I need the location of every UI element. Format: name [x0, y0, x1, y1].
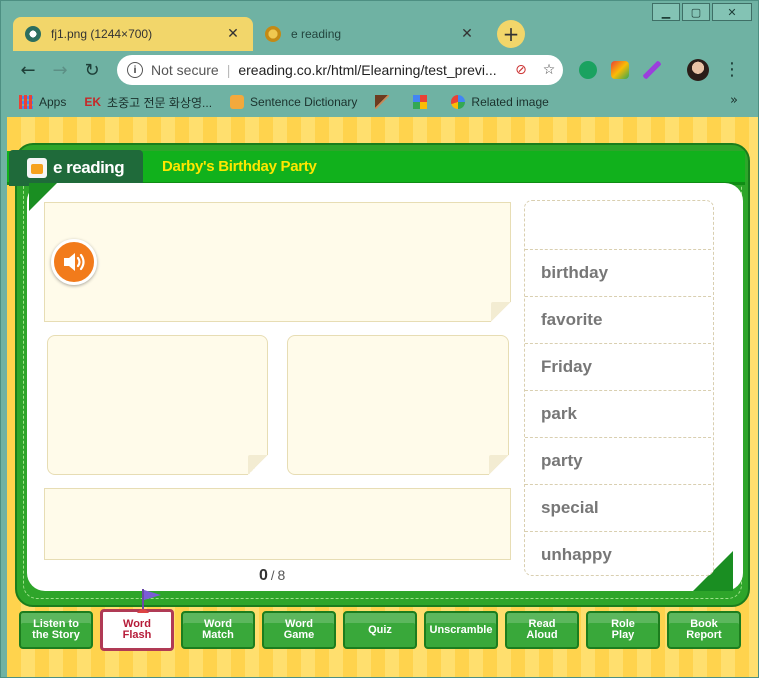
tab-title: e reading	[291, 27, 342, 41]
story-title: Darby's Birthday Party	[162, 158, 317, 175]
word-flash-button[interactable]: Word Flash	[100, 609, 174, 651]
window-controls: ▁ ▢ ✕	[650, 3, 752, 21]
tab-close-icon[interactable]: ✕	[225, 26, 241, 42]
word-item[interactable]: Friday	[525, 343, 711, 390]
globe-icon	[25, 26, 41, 42]
security-label: Not secure	[151, 62, 219, 78]
extension-pen-icon[interactable]	[643, 61, 661, 79]
word-match-button[interactable]: Word Match	[181, 611, 255, 649]
ereading-logo: e reading	[9, 150, 143, 186]
bookmarks-more-icon[interactable]: »	[730, 93, 738, 108]
book-report-button[interactable]: Book Report	[667, 611, 741, 649]
url-text[interactable]: ereading.co.kr/html/Elearning/test_previ…	[238, 62, 507, 78]
profile-avatar[interactable]	[687, 59, 709, 81]
bookmark-sentence-dictionary[interactable]: Sentence Dictionary	[230, 95, 357, 109]
role-play-button[interactable]: Role Play	[586, 611, 660, 649]
flash-card-left[interactable]	[47, 335, 268, 475]
info-icon[interactable]: i	[127, 62, 143, 78]
pinwheel-icon	[413, 95, 428, 109]
word-list: birthday favorite Friday park party spec…	[524, 200, 714, 576]
tab-title: fj1.png (1244×700)	[51, 27, 153, 41]
ereading-favicon	[265, 26, 281, 42]
address-bar[interactable]: i Not secure | ereading.co.kr/html/Elear…	[117, 55, 563, 85]
quiz-button[interactable]: Quiz	[343, 611, 417, 649]
extension-green-icon[interactable]	[579, 61, 597, 79]
bookmark-ek[interactable]: EK 초중고 전문 화상영...	[84, 94, 212, 111]
progress-counter: 0/8	[259, 567, 286, 584]
apps-grid-icon	[19, 95, 33, 109]
counter-current: 0	[259, 567, 268, 584]
word-item[interactable]: special	[525, 484, 711, 531]
bookmark-related-image[interactable]: Related image	[451, 95, 549, 109]
word-game-button[interactable]: Word Game	[262, 611, 336, 649]
dictionary-icon	[230, 95, 245, 109]
book-logo-icon	[27, 158, 47, 178]
word-item[interactable]: birthday	[525, 249, 711, 296]
flag-icon	[137, 589, 161, 613]
speaker-icon	[64, 253, 85, 271]
browser-window: ▁ ▢ ✕ fj1.png (1244×700) ✕ e reading ✕ +…	[0, 0, 759, 678]
word-item[interactable]: unhappy	[525, 531, 711, 578]
browser-menu-icon[interactable]: ⋮	[723, 59, 741, 80]
speaker-button[interactable]	[51, 239, 97, 285]
ek-logo-icon: EK	[84, 95, 102, 109]
activity-nav: Listen to the Story Word Flash Word Match W…	[17, 589, 752, 655]
tab-ereading[interactable]: e reading ✕	[253, 17, 487, 51]
minimize-button[interactable]: ▁	[652, 3, 680, 21]
bookmark-feather[interactable]	[375, 95, 395, 109]
bookmarks-bar: Apps EK 초중고 전문 화상영... Sentence Dictionar…	[1, 89, 758, 115]
new-tab-button[interactable]: +	[497, 20, 525, 48]
browser-toolbar: ← → ↻ i Not secure | ereading.co.kr/html…	[1, 51, 758, 89]
read-aloud-button[interactable]: Read Aloud	[505, 611, 579, 649]
close-window-button[interactable]: ✕	[712, 3, 752, 21]
word-item[interactable]: park	[525, 390, 711, 437]
flash-card-right[interactable]	[287, 335, 509, 475]
bookmark-star-icon[interactable]: ☆	[535, 62, 563, 78]
counter-total: 8	[277, 567, 286, 583]
tab-close-icon[interactable]: ✕	[459, 26, 475, 42]
blocked-popup-icon[interactable]: ⊘	[507, 62, 535, 78]
word-item[interactable]: favorite	[525, 296, 711, 343]
reload-button[interactable]: ↻	[77, 55, 107, 85]
page-content: e reading Darby's Birthday Party 0/8 bir…	[7, 117, 758, 677]
tab-strip: fj1.png (1244×700) ✕ e reading ✕ +	[13, 17, 525, 51]
forward-button[interactable]: →	[45, 55, 75, 85]
answer-card	[44, 488, 511, 560]
bookmark-apps[interactable]: Apps	[19, 95, 66, 109]
bookmark-pinwheel[interactable]	[413, 95, 433, 109]
tab-image[interactable]: fj1.png (1244×700) ✕	[13, 17, 253, 51]
restore-button[interactable]: ▢	[682, 3, 710, 21]
google-icon	[451, 95, 466, 109]
feather-icon	[375, 95, 390, 109]
listen-to-story-button[interactable]: Listen to the Story	[19, 611, 93, 649]
sentence-card	[44, 202, 511, 322]
back-button[interactable]: ←	[13, 55, 43, 85]
extension-square-icon[interactable]	[611, 61, 629, 79]
unscramble-button[interactable]: Unscramble	[424, 611, 498, 649]
word-item[interactable]: party	[525, 437, 711, 484]
